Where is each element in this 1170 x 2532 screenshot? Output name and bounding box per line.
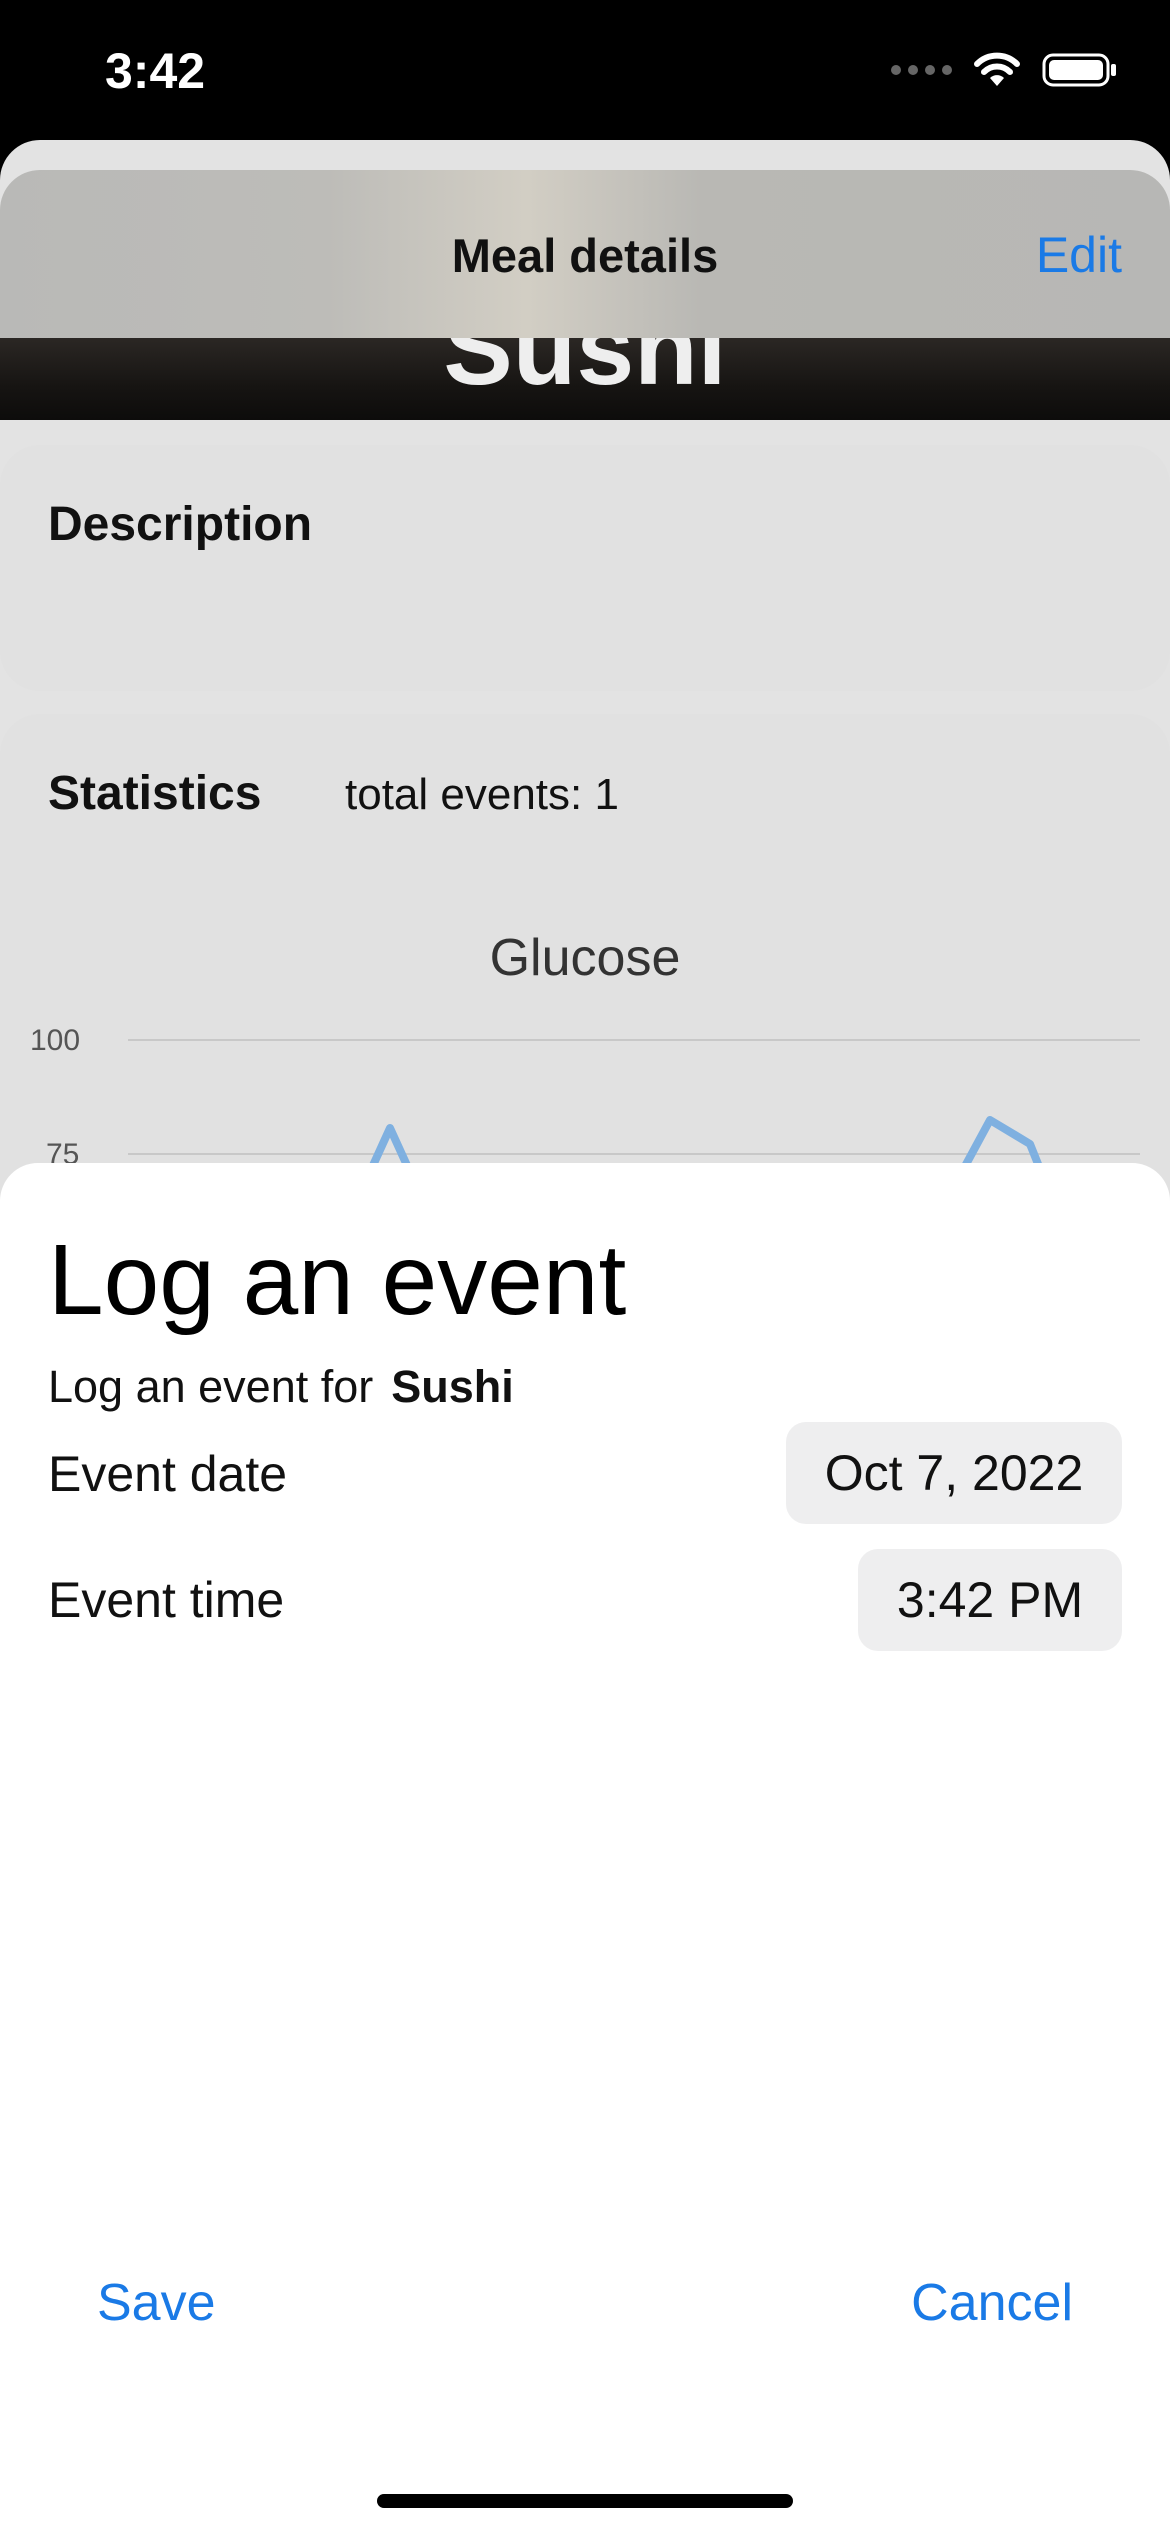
nav-title: Meal details	[451, 229, 719, 282]
meal-name: Sushi	[443, 338, 727, 407]
glucose-chart: 100 75	[30, 1024, 1140, 1164]
event-time-picker[interactable]: 3:42 PM	[858, 1549, 1122, 1651]
wifi-icon	[974, 52, 1020, 86]
status-bar: 3:42	[0, 0, 1170, 150]
chart-line	[369, 1124, 411, 1164]
total-events: total events: 1	[345, 770, 619, 819]
description-card: Description	[0, 445, 1170, 691]
chart-title: Glucose	[489, 929, 681, 987]
chart-line	[961, 1116, 1043, 1164]
status-icons	[891, 52, 1118, 88]
navigation-bar: Meal details Edit	[0, 170, 1170, 338]
subtitle-prefix: Log an event for	[48, 1361, 374, 1412]
edit-button[interactable]: Edit	[1036, 226, 1122, 284]
y-tick-100: 100	[30, 1024, 80, 1057]
signal-dots-icon	[891, 65, 952, 75]
description-label: Description	[48, 498, 313, 551]
event-date-picker[interactable]: Oct 7, 2022	[786, 1422, 1122, 1524]
status-time: 3:42	[105, 43, 206, 99]
subtitle-meal: Sushi	[391, 1361, 514, 1412]
event-time-label: Event time	[48, 1572, 285, 1628]
battery-icon	[1042, 53, 1116, 87]
sheet-subtitle: Log an event for Sushi	[48, 1361, 514, 1413]
statistics-label: Statistics	[48, 767, 262, 820]
home-indicator	[377, 2494, 793, 2508]
sheet-title: Log an event	[48, 1224, 627, 1336]
save-button[interactable]: Save	[97, 2273, 216, 2333]
meal-hero-image: Sushi	[0, 338, 1170, 420]
cancel-button[interactable]: Cancel	[911, 2273, 1073, 2333]
log-event-sheet: Log an event Log an event for Sushi Event…	[0, 1163, 1170, 2532]
y-tick-75: 75	[46, 1138, 79, 1164]
event-date-label: Event date	[48, 1446, 288, 1502]
